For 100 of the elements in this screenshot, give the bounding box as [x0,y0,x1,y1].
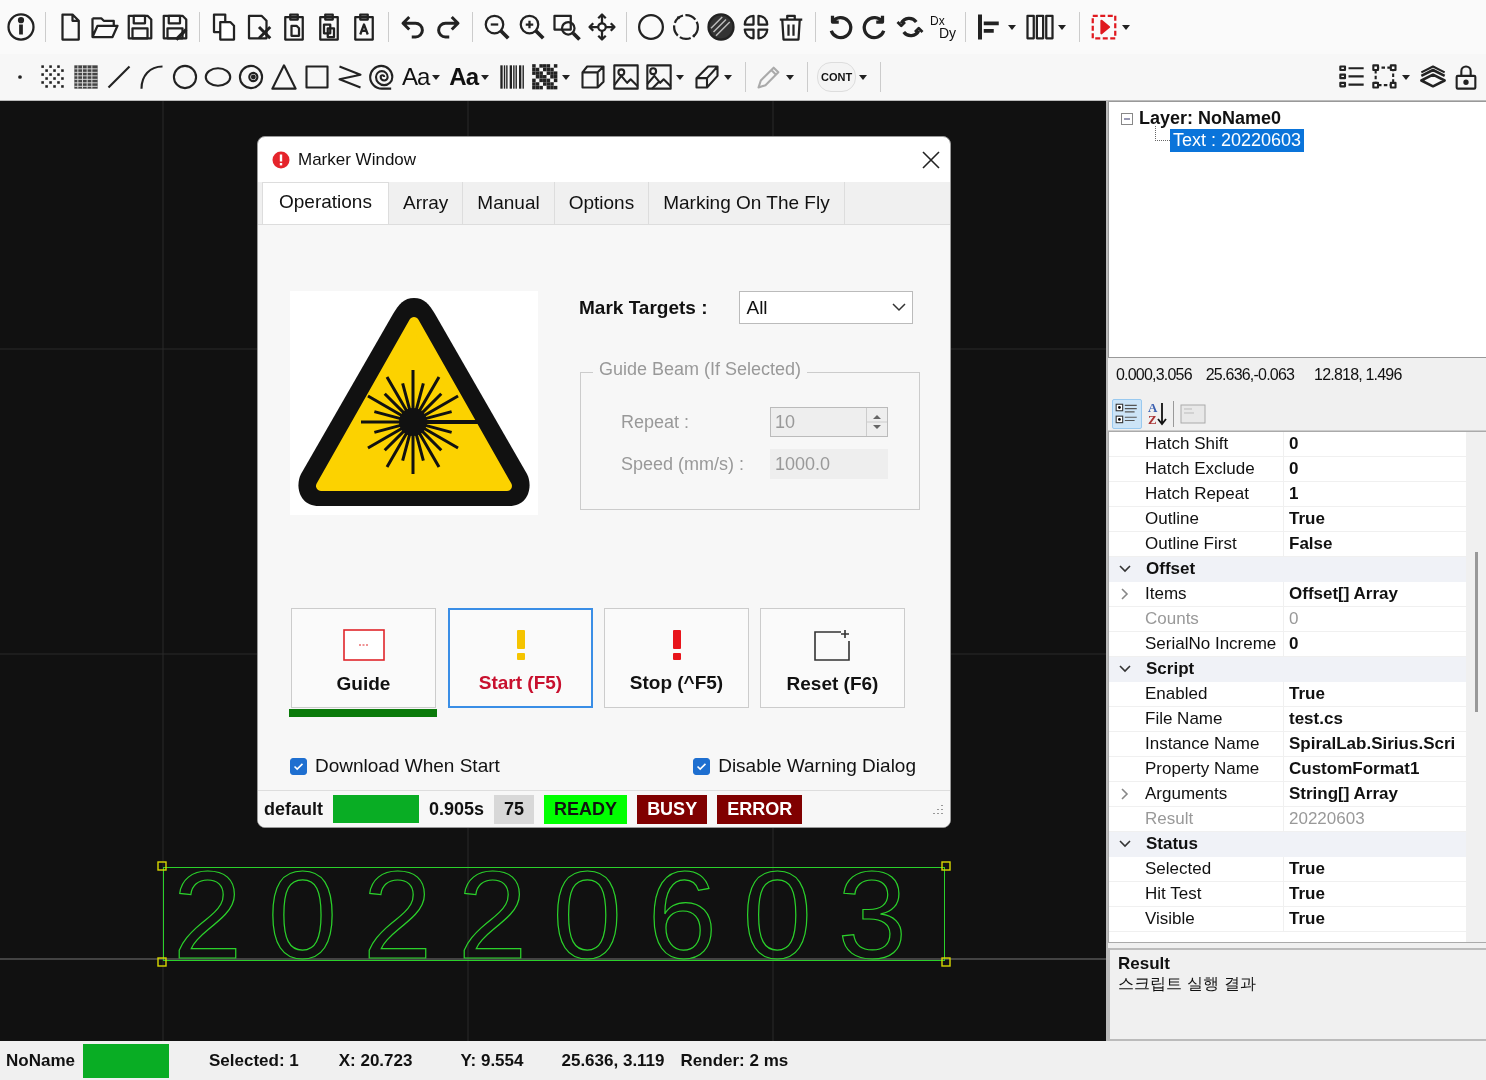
property-value[interactable]: 0 [1284,631,1466,656]
save-icon[interactable] [125,12,155,42]
property-name: Hit Test [1140,881,1284,906]
caret-icon[interactable] [1402,74,1410,80]
spiral-circle-icon[interactable] [237,63,265,91]
grid-pattern-icon[interactable] [72,63,100,91]
offset-button[interactable]: Dx Dy [930,15,957,39]
close-icon[interactable] [922,150,940,169]
caret-icon[interactable] [1008,24,1017,30]
caret-icon[interactable] [786,74,795,80]
property-value[interactable]: True [1284,681,1466,706]
categorized-icon[interactable] [1112,398,1142,429]
category-row[interactable]: Script [1109,656,1466,682]
guide-icon [342,629,385,661]
caret-icon[interactable] [676,74,685,80]
property-value[interactable]: test.cs [1284,706,1466,731]
description-text: 스크립트 실행 결과 [1118,974,1258,996]
property-value[interactable]: 0 [1284,456,1466,481]
reset-button[interactable]: Reset (F6) [760,608,905,708]
text-tool-button[interactable]: Aa [402,63,430,91]
caret-icon[interactable] [859,74,868,80]
property-value[interactable]: Offset[] Array [1284,581,1466,606]
split-icon[interactable] [741,12,771,42]
category-row[interactable]: Offset [1109,556,1466,582]
alert-icon [670,630,683,660]
save-as-icon[interactable] [160,12,190,42]
property-value[interactable]: True [1284,856,1466,881]
guide-button[interactable]: Guide [291,608,436,708]
tree-item[interactable]: Text : 20220603 [1170,129,1305,152]
tree-item[interactable]: Layer: NoName0 [1139,108,1282,129]
triangle-icon[interactable] [270,63,298,91]
property-name: Hatch Repeat [1140,481,1284,506]
image-icon[interactable] [612,63,641,91]
property-name: Outline [1140,506,1284,531]
zoom-in-icon[interactable] [517,12,547,42]
warning-icon [514,630,527,660]
zoom-window-icon[interactable] [552,12,582,42]
collapse-icon[interactable] [1121,112,1133,125]
columns-icon[interactable] [1025,12,1056,42]
resize-handle[interactable] [941,861,951,871]
dots-icon[interactable] [39,63,67,91]
field-label: Mark Targets : [579,296,708,319]
property-value[interactable]: True [1284,506,1466,531]
checkbox-label[interactable]: Download When Start [315,755,500,777]
field-label: Repeat : [621,411,691,433]
arc-icon[interactable] [138,63,166,91]
contour-button[interactable]: CONT [817,62,857,92]
checkbox[interactable] [693,757,711,775]
zoom-out-icon[interactable] [482,12,512,42]
stop-button[interactable]: Stop (^F5) [604,608,749,708]
box-icon[interactable] [579,63,608,91]
dashed-circle-icon[interactable] [671,12,701,42]
property-name: Outline First [1140,531,1284,556]
property-name: SerialNo Increme [1140,631,1284,656]
info-icon[interactable] [6,12,36,42]
property-value[interactable]: True [1284,881,1466,906]
hatched-circle-icon[interactable] [706,12,736,42]
status-flag: ERROR [717,794,803,824]
rectangle-icon[interactable] [303,63,331,91]
resize-handle[interactable] [157,861,167,871]
qr-code-icon[interactable] [531,63,560,91]
zigzag-icon[interactable] [336,63,364,91]
property-value[interactable]: False [1284,531,1466,556]
shape-icon[interactable] [693,63,722,91]
circle-icon[interactable] [636,12,666,42]
resize-grip-icon[interactable] [932,803,944,815]
caret-icon[interactable] [481,74,490,80]
property-value[interactable]: CustomFormat1 [1284,756,1466,781]
property-value[interactable]: String[] Array [1284,781,1466,806]
barcode-icon[interactable] [498,63,527,91]
category-row[interactable]: Status [1109,831,1466,857]
image-icon[interactable] [645,63,674,91]
property-name: Result [1140,806,1284,831]
reset-icon [812,629,853,661]
start-button[interactable]: Start (F5) [448,608,593,708]
property-value[interactable]: 0 [1284,431,1466,456]
line-icon[interactable] [105,63,133,91]
checkbox[interactable] [290,757,307,775]
counter: 75 [494,794,535,824]
caret-icon[interactable] [562,74,571,80]
checkbox-label[interactable]: Disable Warning Dialog [718,755,916,777]
sort-button[interactable]: A Z [1148,401,1168,426]
mark-targets-dropdown[interactable]: All [739,291,914,324]
caret-icon[interactable] [724,74,733,80]
resize-handle[interactable] [941,957,951,967]
render-time: Render: 2 ms [680,1051,789,1071]
circle-icon[interactable] [171,63,199,91]
resize-handle[interactable] [157,957,167,967]
bounding-box-icon[interactable] [1371,63,1399,91]
caret-icon[interactable] [1122,24,1131,30]
caret-icon[interactable] [1058,24,1067,30]
scrollbar-thumb[interactable] [1475,551,1478,712]
property-value[interactable]: True [1284,906,1466,931]
move-icon[interactable] [587,12,617,42]
description-title: Result [1118,954,1171,975]
caret-icon[interactable] [432,74,441,80]
text-tool-button[interactable]: Aa [449,63,479,91]
property-value[interactable]: 1 [1284,481,1466,506]
property-value[interactable]: SpiralLab.Sirius.Scri [1284,731,1466,756]
tab[interactable]: Operations [262,182,389,226]
